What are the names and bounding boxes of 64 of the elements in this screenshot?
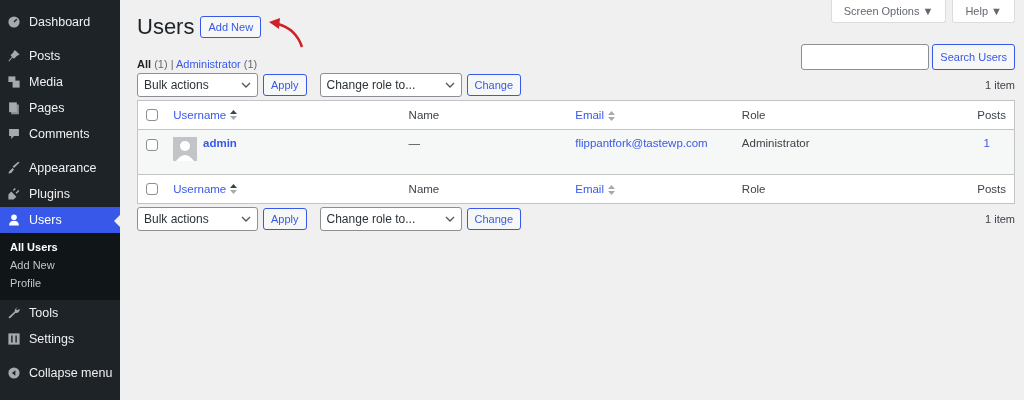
sliders-icon [7,332,21,346]
collapse-menu-button[interactable]: Collapse menu [0,360,120,386]
menu-item[interactable]: Plugins [0,181,120,207]
wrench-icon [7,306,21,320]
table-cell: — [400,129,568,175]
change-role-dropdown[interactable]: Change role to... [319,207,462,231]
menu-item[interactable]: Posts [0,43,120,69]
menu-item[interactable]: Tools [0,300,120,326]
select-all-checkbox[interactable] [146,109,158,122]
post-count-link[interactable]: 1 [983,137,990,149]
change-button[interactable]: Change [466,74,522,96]
column-header: Name [408,183,440,195]
bulk-actions-dropdown[interactable]: Bulk actions [137,73,258,97]
column-header[interactable]: Username [173,108,227,121]
menu-item[interactable]: Media [0,69,120,95]
chevron-icon [444,214,455,224]
menu-item[interactable]: Settings [0,326,120,352]
apply-button[interactable]: Apply [263,208,307,230]
submenu-item[interactable]: All Users [0,238,120,256]
search-users-button[interactable]: Search Users [932,44,1015,70]
pin-icon [7,49,21,63]
menu-item[interactable]: Users [0,207,120,233]
item-count: 1 item [985,213,1015,225]
menu-item[interactable]: Dashboard [0,9,120,35]
person-icon [7,213,21,227]
plug-icon [7,187,21,201]
column-header: Role [741,109,766,121]
chevron-icon [241,214,251,224]
apply-button[interactable]: Apply [263,74,307,96]
select-all-checkbox[interactable] [146,183,158,196]
chevron-icon [241,80,251,90]
chevron-icon [444,80,455,90]
gauge-icon [7,15,21,29]
pages-icon [7,101,21,115]
speech-bubble-icon [7,127,21,141]
filter-link[interactable]: All (1) [137,58,168,70]
filter-link[interactable]: Administrator (1) [175,58,258,70]
username-link[interactable]: admin [203,137,237,161]
column-header[interactable]: Email [575,109,604,121]
submenu-item[interactable]: Profile [0,274,120,292]
column-header: Posts [977,109,1006,121]
search-field[interactable] [801,44,930,70]
column-header: Role [741,183,766,195]
row-checkbox[interactable] [146,139,158,151]
column-header[interactable]: Username [173,182,227,195]
menu-item[interactable]: Pages [0,95,120,121]
change-button[interactable]: Change [466,208,522,230]
table-cell: Administrator [733,129,916,175]
media-icon [7,75,21,89]
page-title: Users [137,14,195,40]
column-header[interactable]: Email [575,183,604,195]
bulk-actions-dropdown[interactable]: Bulk actions [137,207,258,231]
brush-icon [7,161,21,175]
submenu-item[interactable]: Add New [0,256,120,274]
change-role-dropdown[interactable]: Change role to... [319,73,462,97]
separator: | [170,58,174,70]
tab-button[interactable]: Help ▼ [952,0,1015,23]
menu-item[interactable]: Comments [0,121,120,147]
column-header: Posts [977,183,1006,195]
tab-button[interactable]: Screen Options ▼ [830,0,947,23]
add-new-button[interactable]: Add New [200,16,262,38]
menu-item[interactable]: Appearance [0,155,120,181]
column-header: Name [408,109,440,121]
item-count: 1 item [985,79,1015,91]
